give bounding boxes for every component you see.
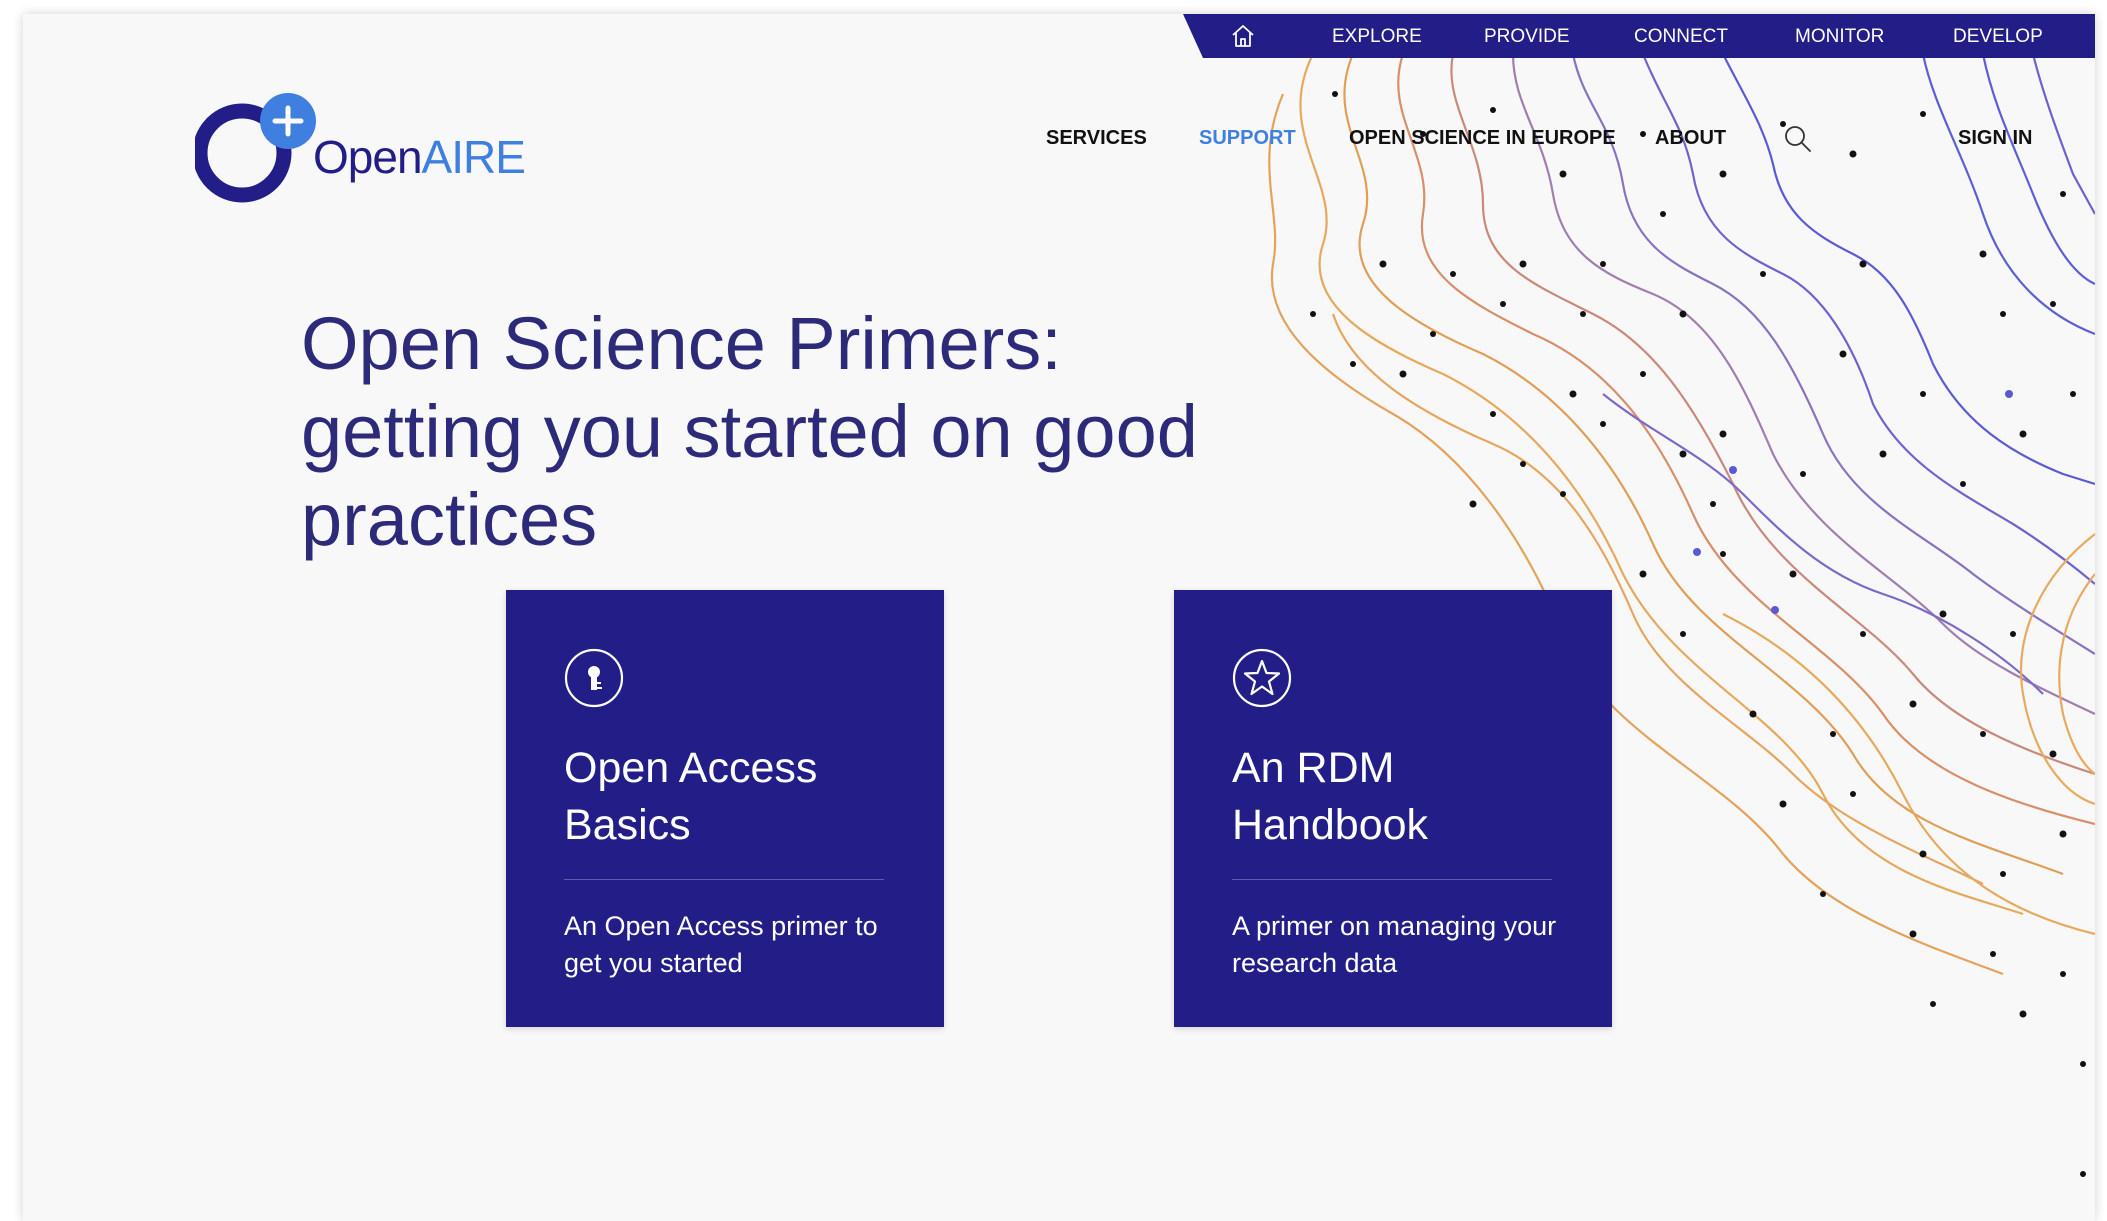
card-divider [564,879,884,880]
card-description: A primer on managing your research data [1232,911,1557,978]
card-rdm-handbook[interactable]: An RDM Handbook A primer on managing you… [1174,590,1612,1027]
nav-open-science-in-europe[interactable]: OPEN SCIENCE IN EUROPE [1349,126,1616,150]
keyhole-icon [564,648,624,708]
star-icon [1232,648,1292,708]
nav-support[interactable]: SUPPORT [1199,126,1296,150]
home-icon[interactable] [1229,22,1257,50]
card-open-access-basics[interactable]: Open Access Basics An Open Access primer… [506,590,944,1027]
nav-services[interactable]: SERVICES [1046,126,1147,150]
card-title: Open Access Basics [564,744,818,849]
browser-page: EXPLORE PROVIDE CONNECT MONITOR DEVELOP … [23,14,2095,1221]
nav-about[interactable]: ABOUT [1655,126,1726,150]
openaire-logo[interactable]: OpenAIRE [195,76,555,216]
topnav-monitor[interactable]: MONITOR [1795,26,1884,48]
card-divider [1232,879,1552,880]
logo-open-text: Open [313,131,423,183]
topnav-connect[interactable]: CONNECT [1634,26,1728,48]
logo-wordmark: OpenAIRE [313,130,526,184]
topnav-develop[interactable]: DEVELOP [1953,26,2043,48]
card-description: An Open Access primer to get you started [564,911,878,978]
topnav-provide[interactable]: PROVIDE [1484,26,1570,48]
topnav-explore[interactable]: EXPLORE [1332,26,1422,48]
card-title: An RDM Handbook [1232,744,1429,849]
sign-in-link[interactable]: SIGN IN [1958,126,2032,150]
search-icon[interactable] [1783,124,1813,154]
page-title: Open Science Primers: getting you starte… [301,302,1198,561]
logo-aire-text: AIRE [421,131,526,183]
